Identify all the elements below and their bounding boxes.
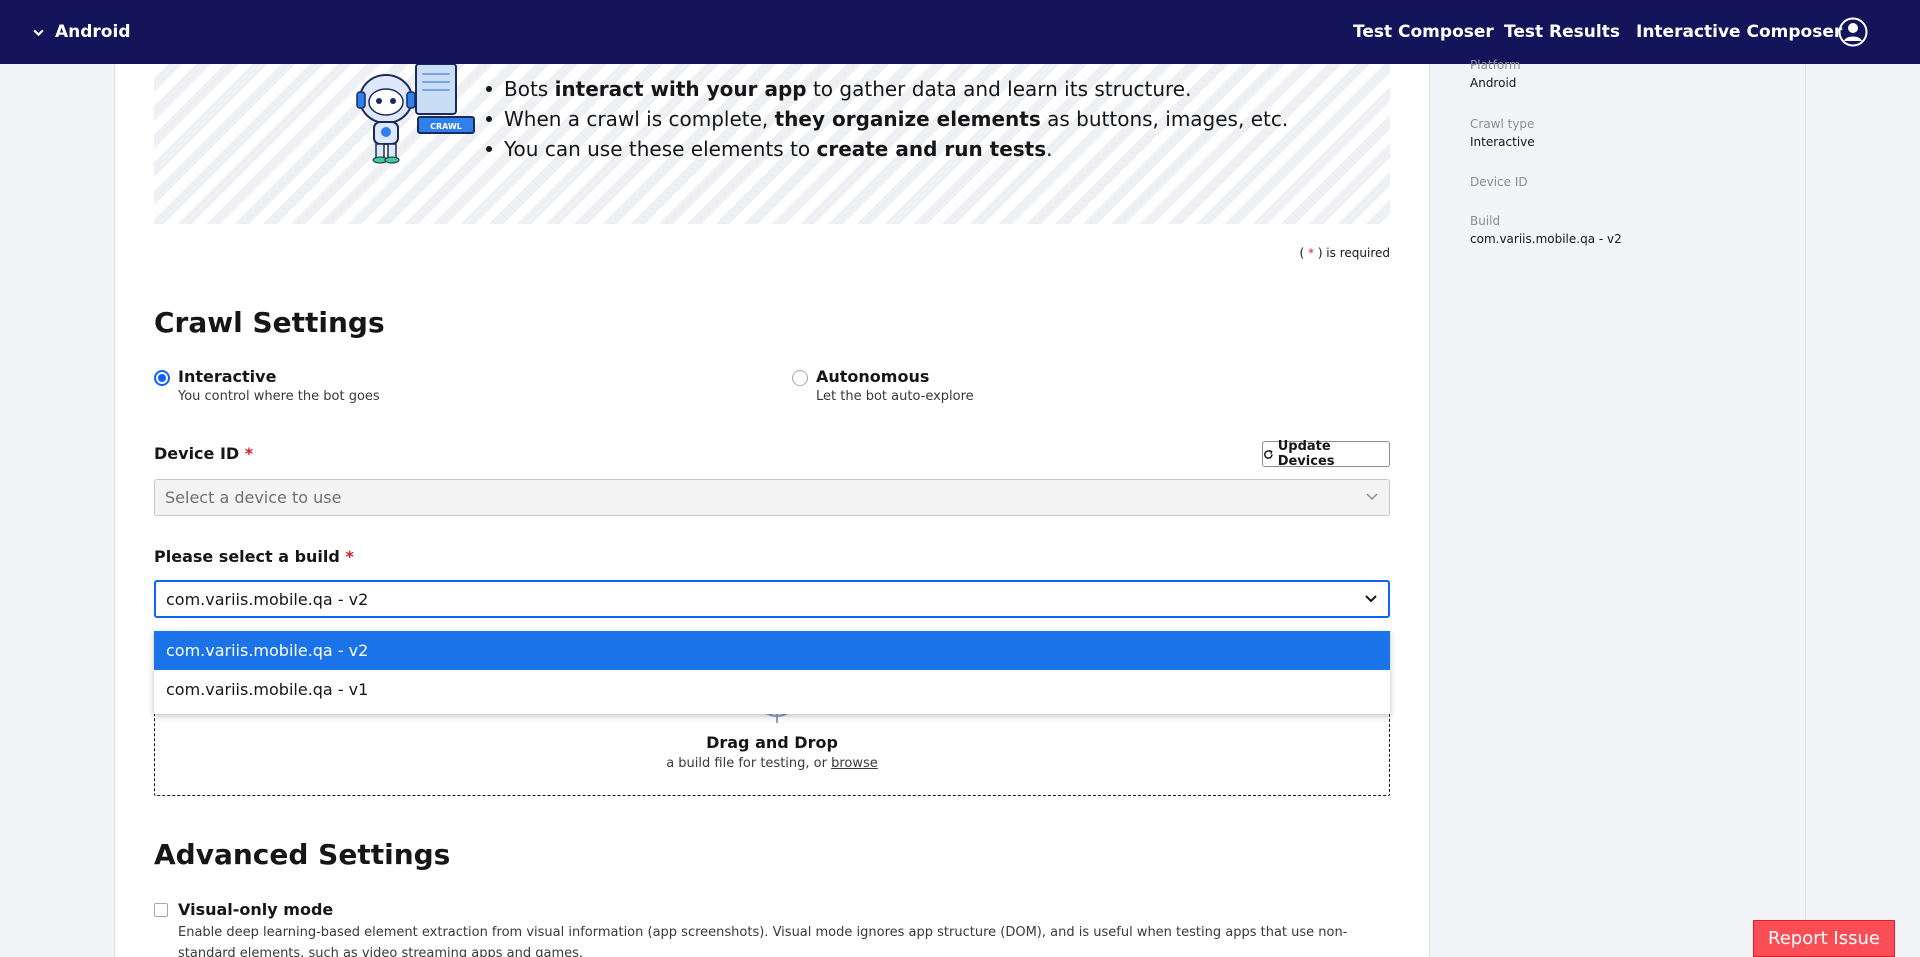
build-dropdown-menu: com.variis.mobile.qa - v2 com.variis.mob… <box>154 631 1390 714</box>
dropzone-subtitle: a build file for testing, or browse <box>666 756 878 771</box>
user-avatar-icon[interactable] <box>1838 17 1868 47</box>
build-option[interactable]: com.variis.mobile.qa - v1 <box>154 670 1390 709</box>
radio-button-checked[interactable] <box>154 370 170 386</box>
radio-interactive[interactable]: Interactive You control where the bot go… <box>154 367 554 409</box>
browse-link[interactable]: browse <box>831 756 878 771</box>
update-devices-button[interactable]: Update Devices <box>1262 439 1390 469</box>
radio-interactive-desc: You control where the bot goes <box>178 389 380 404</box>
intro-bullet: Bots interact with your app to gather da… <box>484 74 1288 104</box>
summary-crawl-type: Crawl type Interactive <box>1470 117 1535 149</box>
crawl-bot-illustration: CRAWL <box>356 64 475 164</box>
build-select-value: com.variis.mobile.qa - v2 <box>166 589 369 609</box>
chevron-down-icon <box>33 29 44 36</box>
report-issue-button[interactable]: Report Issue <box>1753 920 1895 957</box>
nav-link-interactive-composer[interactable]: Interactive Composer <box>1636 22 1842 42</box>
crawl-intro-list: Bots interact with your app to gather da… <box>484 74 1288 164</box>
build-label: Please select a build * <box>154 547 354 566</box>
crawl-badge-text: CRAWL <box>430 122 462 131</box>
build-option[interactable]: com.variis.mobile.qa - v2 <box>154 631 1390 670</box>
intro-bullet: When a crawl is complete, they organize … <box>484 104 1288 134</box>
device-id-label: Device ID * <box>154 444 254 463</box>
radio-autonomous[interactable]: Autonomous Let the bot auto-explore <box>792 367 1192 409</box>
device-id-select[interactable]: Select a device to use <box>154 479 1390 516</box>
platform-switcher[interactable]: Android <box>32 22 131 42</box>
refresh-icon <box>1264 449 1273 459</box>
build-select[interactable]: com.variis.mobile.qa - v2 <box>154 580 1390 618</box>
crawl-settings-title: Crawl Settings <box>154 306 385 339</box>
device-id-placeholder: Select a device to use <box>165 488 342 507</box>
radio-autonomous-desc: Let the bot auto-explore <box>816 389 974 404</box>
summary-platform: Platform Android <box>1470 58 1521 90</box>
crawl-intro-banner: CRAWL Bots interact with your app to gat… <box>154 64 1390 224</box>
top-nav: Android Test Composer Test Results Inter… <box>0 0 1920 64</box>
crawl-summary-panel <box>1430 64 1806 957</box>
visual-only-mode-label: Visual-only mode <box>178 900 334 919</box>
update-devices-label: Update Devices <box>1277 439 1335 469</box>
chevron-down-icon <box>1366 493 1378 501</box>
chevron-down-icon <box>1365 595 1377 603</box>
radio-autonomous-label: Autonomous <box>816 367 930 386</box>
platform-switcher-label: Android <box>55 22 131 42</box>
radio-button[interactable] <box>792 370 808 386</box>
summary-build: Build com.variis.mobile.qa - v2 <box>1470 214 1622 246</box>
intro-bullet: You can use these elements to create and… <box>484 134 1288 164</box>
advanced-settings-title: Advanced Settings <box>154 838 451 871</box>
nav-link-test-results[interactable]: Test Results <box>1504 22 1620 42</box>
nav-link-test-composer[interactable]: Test Composer <box>1353 22 1494 42</box>
visual-only-mode-checkbox[interactable] <box>154 903 168 917</box>
required-note: ( * ) is required <box>1299 246 1391 260</box>
summary-device-id: Device ID <box>1470 175 1528 189</box>
radio-interactive-label: Interactive <box>178 367 277 386</box>
dropzone-title: Drag and Drop <box>706 733 838 752</box>
visual-only-mode-desc: Enable deep learning-based element extra… <box>178 925 1348 957</box>
